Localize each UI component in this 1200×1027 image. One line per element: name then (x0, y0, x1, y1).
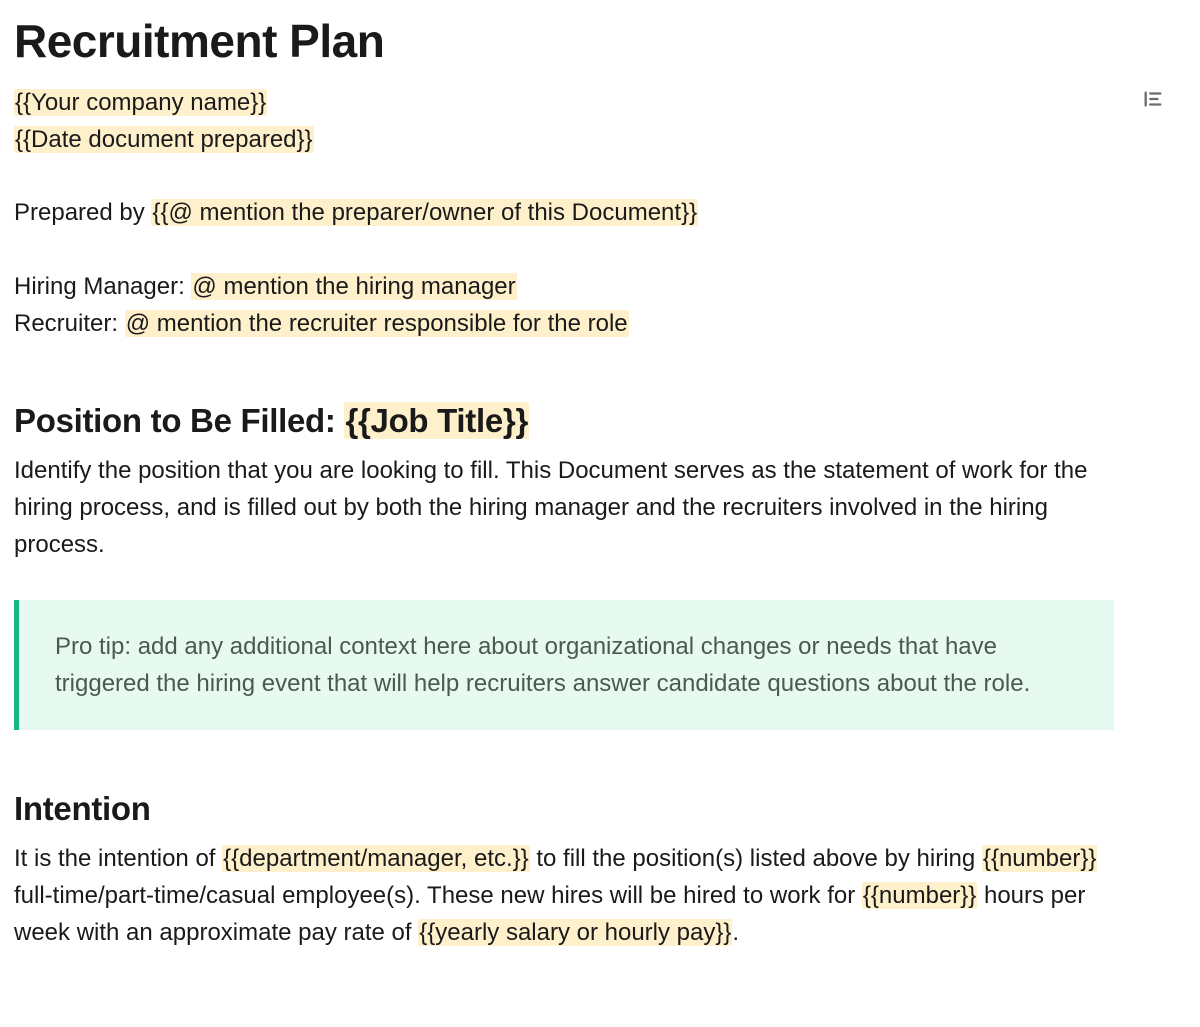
page-title: Recruitment Plan (14, 14, 1186, 68)
company-line: {{Your company name}} (14, 84, 1186, 121)
pay-placeholder[interactable]: {{yearly salary or hourly pay}} (418, 919, 732, 946)
hiring-manager-line: Hiring Manager: @ mention the hiring man… (14, 268, 1186, 305)
outline-icon[interactable] (1142, 88, 1164, 110)
hiring-manager-placeholder[interactable]: @ mention the hiring manager (191, 273, 516, 300)
department-placeholder[interactable]: {{department/manager, etc.}} (222, 845, 530, 872)
position-heading: Position to Be Filled: {{Job Title}} (14, 402, 1186, 440)
job-title-placeholder[interactable]: {{Job Title}} (344, 402, 529, 439)
intention-body: It is the intention of {{department/mana… (14, 840, 1114, 952)
hiring-manager-label: Hiring Manager: (14, 273, 191, 300)
prepared-by-label: Prepared by (14, 199, 151, 226)
recruiter-label: Recruiter: (14, 310, 125, 337)
intention-heading: Intention (14, 790, 1186, 828)
position-body: Identify the position that you are looki… (14, 452, 1114, 564)
tip-text: Pro tip: add any additional context here… (55, 628, 1078, 702)
tip-callout: Pro tip: add any additional context here… (14, 600, 1114, 730)
intention-t1: It is the intention of (14, 845, 222, 872)
intention-t2: to fill the position(s) listed above by … (530, 845, 982, 872)
recruiter-line: Recruiter: @ mention the recruiter respo… (14, 305, 1186, 342)
date-line: {{Date document prepared}} (14, 121, 1186, 158)
hours-placeholder[interactable]: {{number}} (862, 882, 977, 909)
intention-t3: full-time/part-time/casual employee(s). … (14, 882, 862, 909)
intention-t5: . (732, 919, 739, 946)
position-heading-prefix: Position to Be Filled: (14, 402, 344, 439)
date-placeholder[interactable]: {{Date document prepared}} (14, 126, 314, 153)
recruiter-placeholder[interactable]: @ mention the recruiter responsible for … (125, 310, 629, 337)
company-placeholder[interactable]: {{Your company name}} (14, 89, 267, 116)
prepared-by-line: Prepared by {{@ mention the preparer/own… (14, 194, 1186, 231)
headcount-placeholder[interactable]: {{number}} (982, 845, 1097, 872)
prepared-by-placeholder[interactable]: {{@ mention the preparer/owner of this D… (151, 199, 698, 226)
